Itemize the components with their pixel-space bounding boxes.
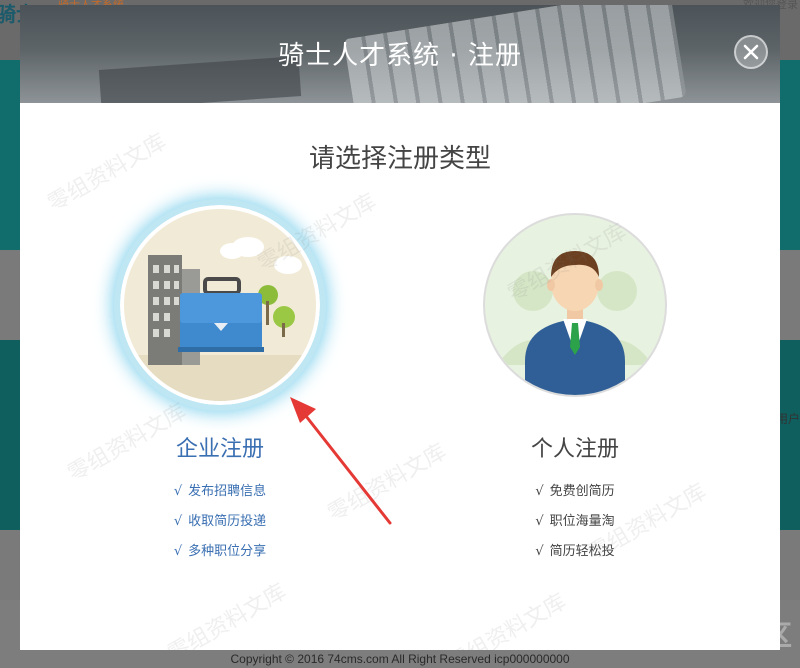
watermark-text: 零组资料文库: [163, 579, 291, 650]
list-item: √ 简历轻松投: [435, 537, 715, 567]
check-icon: √: [173, 514, 183, 529]
watermark-text: 零组资料文库: [443, 589, 571, 650]
check-icon: √: [535, 484, 544, 499]
corner-watermark-logo: 先知社区: [679, 619, 792, 652]
enterprise-icon-circle[interactable]: [120, 205, 320, 405]
register-modal: 骑士人才系统 · 注册 请选择注册类型 企业注册 √ 发布招聘信息 √ 收取简历…: [20, 5, 780, 650]
footer-copyright: Copyright © 2016 74cms.com All Right Res…: [230, 652, 570, 666]
feature-text: 简历轻松投: [549, 544, 615, 559]
annotation-arrow-icon: [290, 397, 392, 525]
feature-text: 发布招聘信息: [188, 484, 267, 499]
personal-icon-circle[interactable]: [475, 205, 675, 405]
feature-text: 多种职位分享: [188, 544, 267, 559]
check-icon: √: [535, 514, 544, 529]
feature-text: 免费创简历: [549, 484, 615, 499]
check-icon: √: [535, 544, 544, 559]
office-briefcase-icon: [124, 209, 316, 401]
feature-text: 收取简历投递: [188, 514, 267, 529]
feature-text: 职位海量淘: [549, 514, 615, 529]
person-avatar-icon: [483, 213, 667, 397]
modal-subtitle: 请选择注册类型: [308, 144, 491, 174]
list-item: √ 多种职位分享: [80, 537, 360, 567]
modal-title: 骑士人才系统 · 注册: [278, 41, 522, 71]
personal-register-option[interactable]: 个人注册 √ 免费创简历 √ 职位海量淘 √ 简历轻松投: [435, 205, 715, 567]
close-button[interactable]: [734, 35, 768, 69]
list-item: √ 免费创简历: [435, 477, 715, 507]
close-icon: [743, 44, 759, 60]
personal-register-title[interactable]: 个人注册: [435, 431, 715, 463]
personal-feature-list: √ 免费创简历 √ 职位海量淘 √ 简历轻松投: [435, 477, 715, 567]
check-icon: √: [173, 544, 183, 559]
modal-header: 骑士人才系统 · 注册: [20, 5, 780, 103]
list-item: √ 职位海量淘: [435, 507, 715, 537]
check-icon: √: [173, 484, 183, 499]
